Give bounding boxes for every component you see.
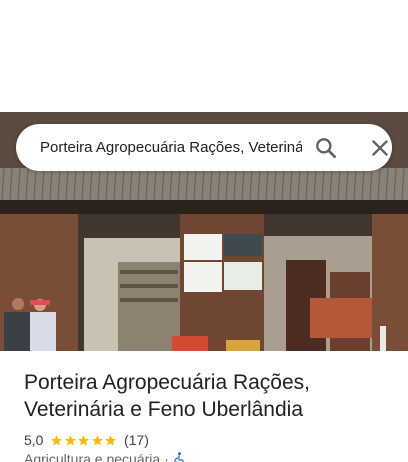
star-icon — [78, 434, 90, 445]
place-details-panel: Porteira Agropecuária Rações, Veterinári… — [0, 0, 408, 462]
star-icon — [51, 434, 63, 445]
star-icon — [105, 434, 117, 445]
separator-dot: · — [164, 451, 169, 462]
map-area-blank — [0, 0, 408, 112]
star-icon — [92, 434, 103, 445]
wheelchair-accessible-icon — [174, 452, 184, 462]
search-bar — [16, 124, 392, 171]
search-input[interactable] — [40, 124, 302, 171]
star-icon — [65, 434, 76, 445]
search-icon[interactable] — [313, 135, 339, 161]
review-count-link[interactable]: (17) — [124, 432, 149, 448]
close-icon[interactable] — [367, 135, 393, 161]
star-rating — [50, 434, 118, 447]
category-row: Agricultura e pecuária · — [24, 450, 185, 462]
rating-row[interactable]: 5,0 (17) — [24, 431, 149, 449]
category-label[interactable]: Agricultura e pecuária — [24, 451, 160, 462]
rating-value: 5,0 — [24, 432, 44, 448]
place-title: Porteira Agropecuária Rações, Veterinári… — [24, 371, 310, 421]
